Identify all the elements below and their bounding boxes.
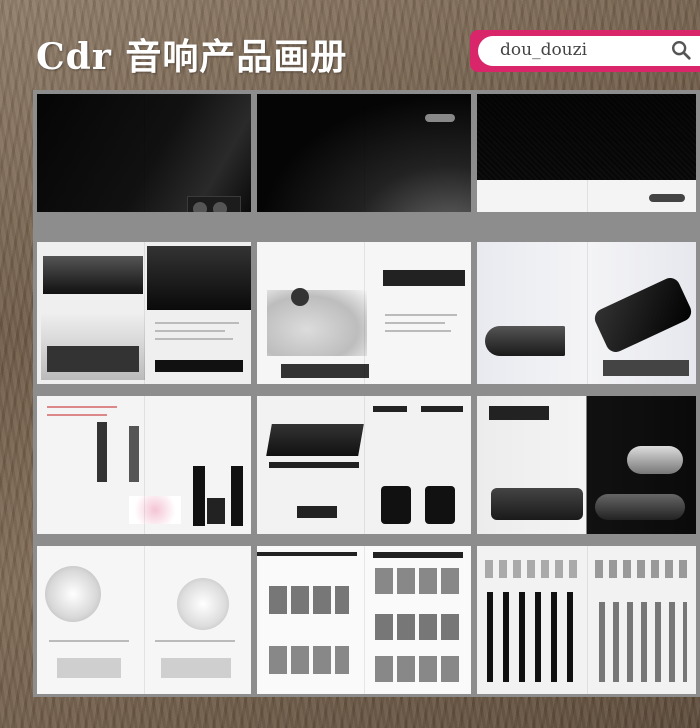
product-image <box>375 614 463 640</box>
brochure-page-player <box>477 242 696 384</box>
speaker-driver <box>193 202 207 212</box>
product-image <box>591 274 695 356</box>
brochure-page-product-catalog <box>257 546 471 694</box>
thumbnail-row <box>603 360 689 376</box>
product-image <box>269 646 349 674</box>
brochure-page-speaker-sets <box>477 546 696 694</box>
brochure-page-cover-1 <box>37 94 251 212</box>
thumbnail-row <box>57 658 121 678</box>
product-image <box>375 568 463 594</box>
search-input[interactable]: dou_douzi <box>500 40 587 60</box>
brochure-page-mesh <box>477 94 696 212</box>
product-image <box>375 656 463 682</box>
search-icon[interactable] <box>670 39 692 61</box>
brochure-preview-grid <box>33 90 700 697</box>
tower-speaker <box>129 426 139 482</box>
speaker-set-image <box>599 602 687 682</box>
product-image <box>491 488 583 520</box>
product-image <box>383 270 465 286</box>
speaker-set-image <box>485 560 581 578</box>
product-image <box>47 346 139 372</box>
thumbnail-row <box>281 364 369 378</box>
brochure-page-lifestyle <box>257 242 471 384</box>
product-image <box>43 256 143 294</box>
dock-speaker-image <box>177 578 229 630</box>
dock-speaker-image <box>45 566 101 622</box>
brochure-page-receiver <box>257 396 471 534</box>
product-image <box>155 360 243 372</box>
speaker-set-image <box>487 592 577 682</box>
person-on-sofa-image <box>267 290 367 356</box>
page-title: Cdr 音响产品画册 <box>36 36 348 78</box>
search-field[interactable]: dou_douzi <box>478 36 700 66</box>
speaker-set-image <box>595 560 687 578</box>
person-silhouette <box>291 288 309 306</box>
product-image <box>595 494 685 520</box>
tower-speaker <box>193 466 205 526</box>
brochure-page-dark-system <box>477 396 696 534</box>
brochure-page-tower-speakers <box>37 396 251 534</box>
diagram-image <box>129 496 181 524</box>
logo-mark <box>649 194 685 202</box>
subwoofer <box>207 498 225 524</box>
product-image <box>425 486 455 524</box>
brochure-page-dock <box>37 546 251 694</box>
tower-speaker <box>231 466 243 526</box>
product-image <box>269 586 349 614</box>
logo-mark <box>425 114 455 122</box>
brochure-page-cover-2 <box>257 94 471 212</box>
tower-speaker <box>97 422 107 482</box>
brochure-page-soundbar <box>37 242 251 384</box>
product-image <box>485 326 565 356</box>
speaker-grille-image <box>477 94 696 180</box>
speaker-driver <box>213 202 227 212</box>
product-image <box>627 446 683 474</box>
product-image <box>381 486 411 524</box>
receiver-image <box>266 424 364 456</box>
product-image <box>147 246 251 310</box>
search-bar[interactable]: dou_douzi <box>470 30 700 72</box>
thumbnail-row <box>161 658 231 678</box>
product-image <box>489 406 549 420</box>
product-image <box>297 506 337 518</box>
